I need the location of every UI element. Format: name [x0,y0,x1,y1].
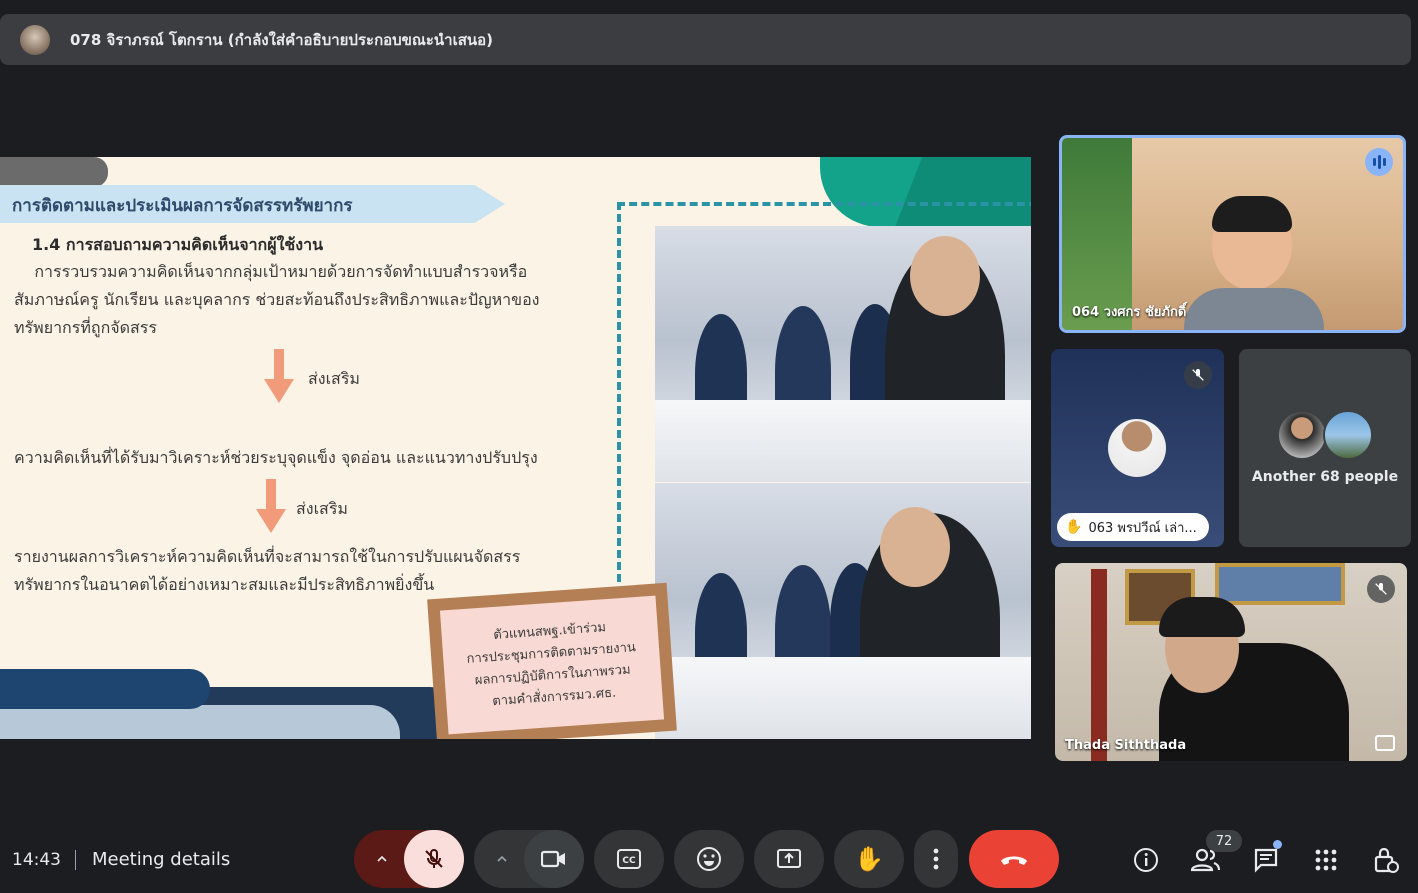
picture-in-picture-icon[interactable] [1375,735,1395,751]
raise-hand-icon: ✋ [854,845,884,873]
camera-toggle-button[interactable] [524,830,584,888]
bottom-control-bar: 14:43 Meeting details CC ✋ 72 [0,828,1418,893]
emoji-icon [697,847,721,871]
emoji-button[interactable] [674,830,744,888]
participant-name: Thada Siththada [1065,738,1187,753]
participant-tile[interactable]: ✋ 063 พรปวีณ์ เล่า... [1051,349,1224,547]
more-vert-icon [933,848,939,870]
mic-off-icon [1184,361,1212,389]
captions-icon: CC [617,849,641,869]
avatar [1277,410,1327,460]
meeting-photo [655,226,1031,482]
chat-button[interactable] [1248,840,1284,878]
chevron-up-icon [497,855,507,862]
arrow-label: ส่งเสริม [296,499,348,518]
leave-call-button[interactable] [969,830,1059,888]
participant-tile[interactable]: Thada Siththada [1055,563,1407,761]
raised-hand-icon: ✋ [1065,519,1083,535]
end-call-icon [1001,856,1027,865]
camera-icon [541,850,565,868]
presenter-bar: 078 จิราภรณ์ โตกราน (กำลังใส่คำอธิบายประ… [0,14,1411,65]
video-options-button[interactable] [474,830,530,888]
raise-hand-button[interactable]: ✋ [834,830,904,888]
meeting-info-button[interactable] [1128,842,1164,878]
others-tile[interactable]: Another 68 people [1239,349,1411,547]
meeting-details-button[interactable]: Meeting details [92,849,230,870]
presentation-slide: การติดตามและประเมินผลการจัดสรรทรัพยากร 1… [0,157,1031,739]
middle-line: ความคิดเห็นที่ได้รับมาวิเคราะห์ช่วยระบุจ… [14,448,538,467]
host-controls-button[interactable] [1368,842,1404,878]
participant-name: 063 พรปวีณ์ เล่า... [1088,520,1197,536]
present-button[interactable] [754,830,824,888]
speaking-indicator-icon [1365,148,1393,176]
svg-text:CC: CC [622,856,636,866]
section-title: การติดตามและประเมินผลการจัดสรรทรัพยากร [12,196,353,216]
chat-icon [1254,848,1278,873]
mic-toggle-button[interactable] [404,830,464,888]
more-options-button[interactable] [914,830,958,888]
mic-group [354,830,464,888]
apps-grid-icon [1315,849,1337,871]
mic-off-icon [1367,575,1395,603]
arrow-label: ส่งเสริม [308,369,360,388]
unread-dot [1273,840,1282,849]
lock-person-icon [1374,847,1399,873]
presenter-avatar [20,24,50,55]
down-arrow-icon [264,349,294,405]
hand-raised-chip: ✋ 063 พรปวีณ์ เล่า... [1057,513,1209,541]
participant-name: 064 วงศกร ชัยภักดิ์ [1072,305,1187,320]
avatar [1108,419,1166,477]
down-arrow-icon [256,479,286,535]
avatar [1323,410,1373,460]
audio-options-button[interactable] [354,830,410,888]
photo-caption-note: ตัวแทนสพฐ.เข้าร่วม การประชุมการติดตามราย… [427,582,677,739]
present-screen-icon [777,849,801,868]
final-paragraph: รายงานผลการวิเคราะห์ความคิดเห็นที่จะสามา… [14,547,521,594]
people-button[interactable] [1188,842,1224,878]
others-label: Another 68 people [1251,469,1399,485]
presenter-title: 078 จิราภรณ์ โตกราน (กำลังใส่คำอธิบายประ… [70,30,493,49]
sub-heading: 1.4 การสอบถามความคิดเห็นจากผู้ใช้งาน [32,235,324,254]
captions-button[interactable]: CC [594,830,664,888]
info-icon [1134,848,1158,872]
activities-button[interactable] [1308,842,1344,878]
paragraph: การรวบรวมความคิดเห็นจากกลุ่มเป้าหมายด้วย… [14,262,540,337]
clock: 14:43 [12,850,61,870]
mic-off-icon [425,848,443,868]
chevron-up-icon [377,855,387,862]
people-icon [1191,848,1221,872]
meeting-photo [655,483,1031,739]
participant-tile[interactable]: 064 วงศกร ชัยภักดิ์ [1059,135,1406,333]
camera-group [474,830,584,888]
